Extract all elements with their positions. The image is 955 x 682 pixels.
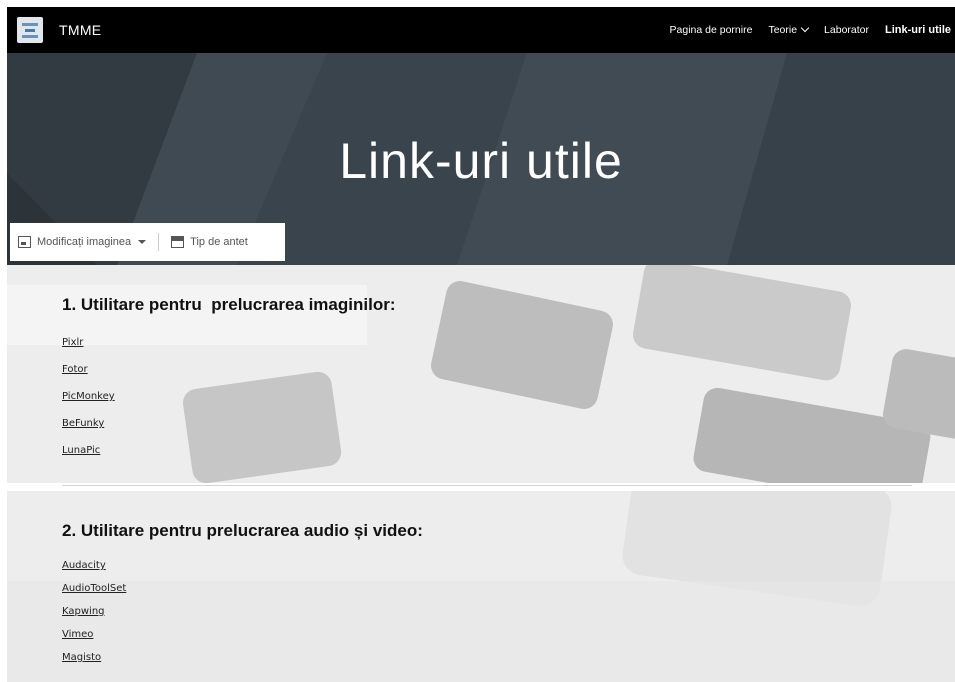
header-type-button[interactable]: Tip de antet xyxy=(171,236,248,248)
main-nav: Pagina de pornire Teorie Laborator Link-… xyxy=(654,23,951,36)
page-frame: TMME Pagina de pornire Teorie Laborator … xyxy=(7,7,955,682)
toolbar-divider xyxy=(158,233,160,251)
link-kapwing[interactable]: Kapwing xyxy=(62,606,126,617)
link-audiotoolset[interactable]: AudioToolSet xyxy=(62,583,126,594)
section-audio-video-tools: 2. Utilitare pentru prelucrarea audio și… xyxy=(7,491,955,682)
nav-item-laborator[interactable]: Laborator xyxy=(824,24,869,36)
caret-down-icon xyxy=(138,240,147,244)
link-audacity[interactable]: Audacity xyxy=(62,560,126,571)
keyboard-background xyxy=(7,491,955,682)
section-heading: 2. Utilitare pentru prelucrarea audio și… xyxy=(62,521,423,540)
top-navbar: TMME Pagina de pornire Teorie Laborator … xyxy=(7,7,955,53)
section-divider xyxy=(62,485,912,486)
chevron-down-icon xyxy=(800,23,810,33)
link-befunky[interactable]: BeFunky xyxy=(62,418,115,429)
section-heading: 1. Utilitare pentru prelucrarea imaginil… xyxy=(62,295,396,314)
nav-item-teorie-label: Teorie xyxy=(768,24,798,36)
nav-item-useful-links[interactable]: Link-uri utile xyxy=(885,24,951,36)
header-banner: Link-uri utile Modificați imaginea Tip d… xyxy=(7,53,955,265)
link-fotor[interactable]: Fotor xyxy=(62,364,115,375)
page-title: Link-uri utile xyxy=(339,133,623,189)
link-vimeo[interactable]: Vimeo xyxy=(62,629,126,640)
link-lunapic[interactable]: LunaPic xyxy=(62,445,115,456)
link-picmonkey[interactable]: PicMonkey xyxy=(62,391,115,402)
header-type-label: Tip de antet xyxy=(190,236,248,248)
change-image-button[interactable]: Modificați imaginea xyxy=(18,236,147,248)
link-pixlr[interactable]: Pixlr xyxy=(62,337,115,348)
section-image-tools: 1. Utilitare pentru prelucrarea imaginil… xyxy=(7,265,955,483)
change-image-label: Modificați imaginea xyxy=(37,236,132,248)
site-logo[interactable] xyxy=(17,17,43,43)
site-name[interactable]: TMME xyxy=(59,22,101,38)
nav-item-teorie[interactable]: Teorie xyxy=(768,23,810,36)
nav-item-home[interactable]: Pagina de pornire xyxy=(670,24,753,36)
header-edit-toolbar: Modificați imaginea Tip de antet xyxy=(10,223,285,261)
link-list: Pixlr Fotor PicMonkey BeFunky LunaPic xyxy=(62,337,115,456)
image-icon xyxy=(18,236,31,248)
header-layout-icon xyxy=(171,236,185,248)
link-list: Audacity AudioToolSet Kapwing Vimeo Magi… xyxy=(62,560,126,663)
link-magisto[interactable]: Magisto xyxy=(62,652,126,663)
